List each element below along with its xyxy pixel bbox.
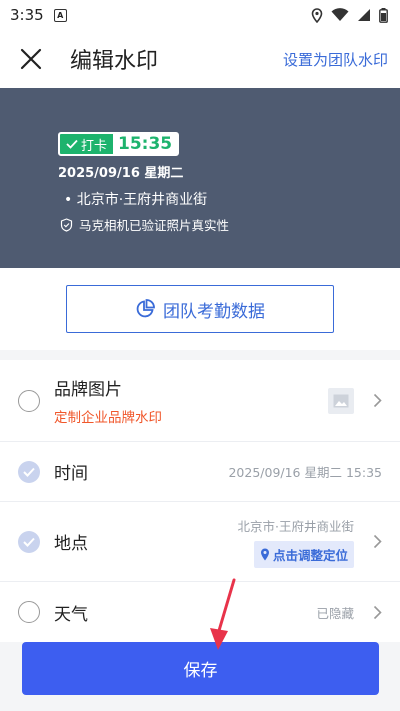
image-placeholder-icon	[328, 387, 354, 414]
status-bar: 3:35 A	[0, 0, 400, 30]
location-label: 地点	[54, 534, 88, 554]
checkin-label: 打卡	[81, 138, 108, 154]
option-brand-image[interactable]: 品牌图片 定制企业品牌水印	[0, 360, 400, 442]
watermark: 打卡 15:35 2025/09/16 星期二 • 北京市·王府井商业街 马克相…	[58, 132, 229, 234]
annotation-arrow-icon	[210, 578, 236, 650]
bullet-icon: •	[64, 192, 77, 208]
time-value: 2025/09/16 星期二 15:35	[228, 465, 382, 480]
brand-image-body: 品牌图片 定制企业品牌水印	[54, 375, 328, 426]
weather-label: 天气	[54, 604, 88, 625]
watermark-location: • 北京市·王府井商业街	[58, 189, 229, 209]
brand-image-radio[interactable]	[18, 389, 40, 412]
option-time[interactable]: 时间 2025/09/16 星期二 15:35	[0, 442, 400, 502]
notification-icon: A	[53, 8, 67, 22]
watermark-verify: 马克相机已验证照片真实性	[58, 215, 229, 234]
header: 编辑水印 设置为团队水印	[0, 30, 400, 88]
location-pin-icon	[260, 548, 269, 560]
location-body: 地点	[54, 529, 238, 554]
location-radio[interactable]	[18, 530, 40, 553]
chevron-right-icon	[360, 393, 382, 408]
weather-body: 天气	[54, 600, 316, 625]
time-label: 时间	[54, 464, 88, 484]
save-button[interactable]: 保存	[22, 642, 379, 695]
shield-icon	[60, 217, 73, 232]
options-list: 品牌图片 定制企业品牌水印 时间 2025/09/16 星期二 15:35 地点…	[0, 360, 400, 642]
time-body: 时间	[54, 459, 228, 484]
wifi-icon	[331, 8, 349, 21]
status-right	[311, 7, 388, 23]
checkin-badge-label: 打卡	[60, 134, 114, 154]
chevron-right-icon	[360, 534, 382, 549]
pie-chart-icon	[136, 299, 155, 318]
watermark-preview: 打卡 15:35 2025/09/16 星期二 • 北京市·王府井商业街 马克相…	[0, 88, 400, 268]
team-attendance-label: 团队考勤数据	[163, 301, 265, 322]
adjust-location-button[interactable]: 点击调整定位	[253, 540, 354, 568]
page-title: 编辑水印	[70, 49, 159, 74]
brand-image-sub: 定制企业品牌水印	[54, 410, 162, 426]
option-weather[interactable]: 天气 已隐藏	[0, 582, 400, 642]
chevron-right-icon	[360, 605, 382, 620]
location-value: 北京市·王府井商业街	[237, 518, 354, 534]
weather-radio[interactable]	[18, 601, 40, 623]
team-attendance-button[interactable]: 团队考勤数据	[66, 285, 334, 333]
battery-icon	[379, 7, 388, 23]
check-icon	[23, 537, 35, 547]
option-location[interactable]: 地点 北京市·王府井商业街 点击调整定位	[0, 502, 400, 582]
adjust-location-label: 点击调整定位	[272, 547, 348, 563]
weather-value: 已隐藏	[316, 605, 354, 621]
signal-icon	[358, 9, 370, 21]
team-section: 团队考勤数据	[0, 268, 400, 350]
checkin-time: 15:35	[113, 134, 178, 154]
watermark-date: 2025/09/16 星期二	[58, 166, 184, 181]
close-button[interactable]	[18, 46, 44, 72]
brand-image-label: 品牌图片	[54, 380, 122, 400]
watermark-location-text: 北京市·王府井商业街	[76, 192, 208, 208]
status-time: 3:35	[10, 6, 44, 24]
time-radio[interactable]	[18, 460, 40, 483]
checkin-badge: 打卡 15:35	[58, 132, 180, 156]
location-status-icon	[311, 7, 323, 23]
check-icon	[66, 139, 78, 149]
verify-text: 马克相机已验证照片真实性	[79, 218, 230, 233]
close-icon	[20, 48, 42, 70]
status-left: 3:35 A	[10, 6, 67, 24]
set-team-watermark-link[interactable]: 设置为团队水印	[283, 49, 388, 70]
location-right: 北京市·王府井商业街 点击调整定位	[238, 516, 354, 568]
check-icon	[23, 467, 35, 477]
